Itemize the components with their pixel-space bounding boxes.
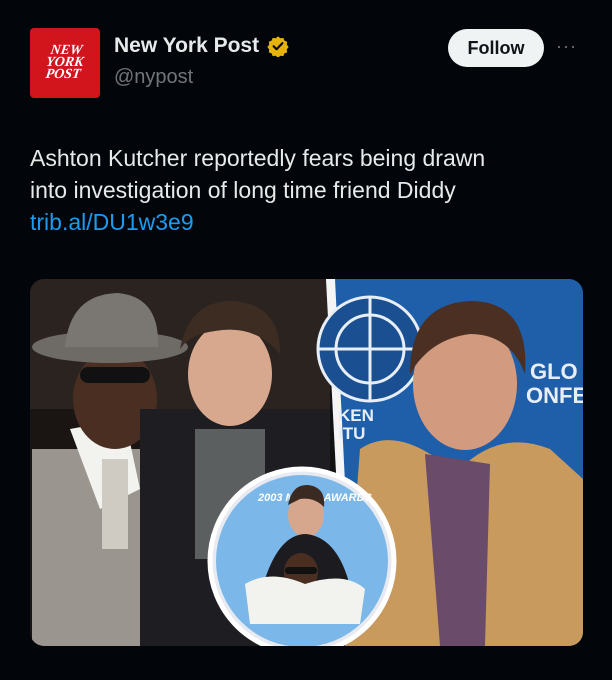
nypost-avatar[interactable]: NEW YORK POST bbox=[30, 28, 100, 98]
tweet-link[interactable]: trib.al/DU1w3e9 bbox=[30, 206, 590, 238]
display-name[interactable]: New York Post bbox=[114, 34, 259, 58]
more-options-icon[interactable]: ··· bbox=[556, 36, 577, 57]
tweet-card: NEW YORK POST New York Post @nypost Foll… bbox=[0, 0, 612, 680]
verified-badge-icon bbox=[267, 36, 289, 57]
inset-award-photo: 2003 MOVIE AWARDS bbox=[207, 466, 397, 646]
sign-text-1: GLO bbox=[530, 359, 578, 384]
sign-text-3: KEN bbox=[338, 406, 374, 425]
name-row: New York Post bbox=[114, 34, 289, 58]
sign-text-4: ITU bbox=[338, 424, 365, 443]
photo-collage: GLO ONFE KEN ITU 2003 AWARDS bbox=[30, 279, 583, 646]
tweet-text: Ashton Kutcher reportedly fears being dr… bbox=[30, 142, 590, 238]
logo-line-3: POST bbox=[44, 67, 82, 82]
follow-button[interactable]: Follow bbox=[448, 29, 544, 67]
account-handle[interactable]: @nypost bbox=[114, 66, 193, 89]
tweet-image[interactable]: GLO ONFE KEN ITU 2003 AWARDS bbox=[30, 279, 583, 646]
sign-text-2: ONFE bbox=[526, 383, 583, 408]
tweet-text-line-2: into investigation of long time friend D… bbox=[30, 177, 456, 203]
nypost-logo: NEW YORK POST bbox=[44, 43, 86, 82]
tweet-text-line-1: Ashton Kutcher reportedly fears being dr… bbox=[30, 145, 486, 171]
